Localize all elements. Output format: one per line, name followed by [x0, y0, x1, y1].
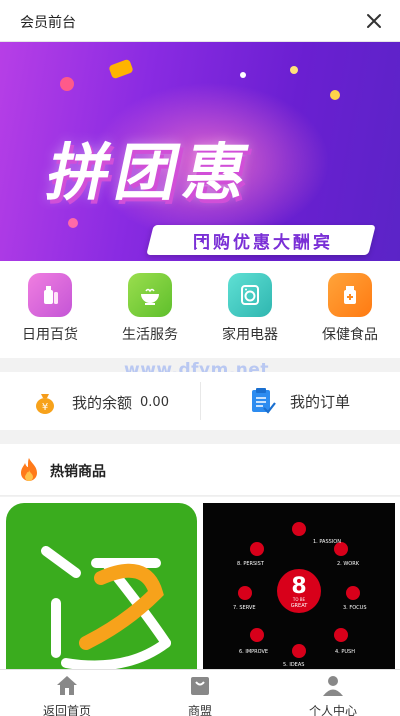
money-bag-icon: ¥	[36, 394, 54, 414]
category-home-appliances[interactable]: 家用电器	[200, 273, 300, 344]
balance-label: 我的余额	[72, 393, 133, 412]
eight-to-great-poster-icon: 8 TO BE GREAT 1. PASSION 2. WORK 3. FOCU…	[233, 522, 367, 668]
poster-label: 1. PASSION	[313, 539, 341, 545]
poster-subtext: GREAT	[291, 603, 309, 609]
poster-label: 4. PUSH	[335, 649, 355, 655]
product-card[interactable]: 8 TO BE GREAT 1. PASSION 2. WORK 3. FOCU…	[203, 503, 395, 669]
banner-subline: 团购优惠大酬宾	[193, 233, 333, 253]
orders-label: 我的订单	[290, 392, 351, 411]
category-health-food[interactable]: 保健食品	[300, 273, 400, 344]
tab-home[interactable]: 返回首页	[0, 673, 134, 716]
tab-label: 商盟	[187, 704, 212, 716]
my-orders[interactable]: 我的订单	[248, 386, 350, 416]
bowl-icon	[128, 273, 172, 317]
poster-number: 8	[291, 574, 306, 599]
category-label: 保健食品	[322, 327, 378, 343]
washing-machine-icon	[228, 273, 272, 317]
page-title: 会员前台	[20, 15, 76, 31]
tab-label: 返回首页	[42, 704, 91, 716]
top-bar: 会员前台	[0, 0, 400, 42]
tab-label: 个人中心	[308, 704, 357, 716]
promo-banner[interactable]: 拼团惠 团购优惠大酬宾	[0, 42, 400, 261]
poster-label: 8. PERSIST	[237, 561, 265, 567]
bottle-icon	[28, 273, 72, 317]
shop-bag-icon	[191, 677, 209, 695]
order-list-icon	[252, 388, 276, 414]
balance-value: 0.00	[140, 394, 169, 410]
fanli-logo-icon	[41, 546, 171, 669]
poster-label: 2. WORK	[337, 561, 360, 567]
poster-label: 6. IMPROVE	[239, 649, 268, 655]
category-row: 日用百货 生活服务 家用电器 保健食品	[0, 261, 400, 358]
category-label: 日用百货	[22, 327, 78, 343]
category-daily-goods[interactable]: 日用百货	[0, 273, 100, 344]
my-balance[interactable]: ¥ 我的余额 0.00	[32, 389, 169, 415]
category-life-services[interactable]: 生活服务	[100, 273, 200, 344]
poster-label: 5. IDEAS	[283, 662, 304, 668]
account-row: ¥ 我的余额 0.00 我的订单	[0, 372, 400, 430]
banner-headline: 拼团惠	[41, 136, 261, 209]
poster-label: 7. SERVE	[233, 605, 255, 611]
tab-shop-alliance[interactable]: 商盟	[133, 673, 267, 716]
tab-user-center[interactable]: 个人中心	[266, 673, 400, 716]
product-card[interactable]	[6, 503, 197, 669]
poster-subtext: TO BE	[292, 597, 306, 602]
user-icon	[323, 676, 343, 696]
category-label: 家用电器	[222, 327, 278, 343]
home-icon	[57, 676, 77, 695]
hot-products-title: 热销商品	[50, 464, 106, 480]
product-grid: 8 TO BE GREAT 1. PASSION 2. WORK 3. FOCU…	[0, 497, 400, 669]
hot-products-header: 热销商品	[0, 444, 400, 496]
svg-text:¥: ¥	[42, 402, 48, 413]
bottom-tab-bar: 返回首页 商盟 个人中心	[0, 669, 400, 716]
category-label: 生活服务	[122, 327, 178, 343]
carousel-indicator[interactable]	[196, 242, 204, 250]
flame-icon	[21, 458, 37, 481]
close-icon[interactable]	[362, 9, 386, 33]
poster-label: 3. FOCUS	[343, 605, 367, 611]
medicine-icon	[328, 273, 372, 317]
